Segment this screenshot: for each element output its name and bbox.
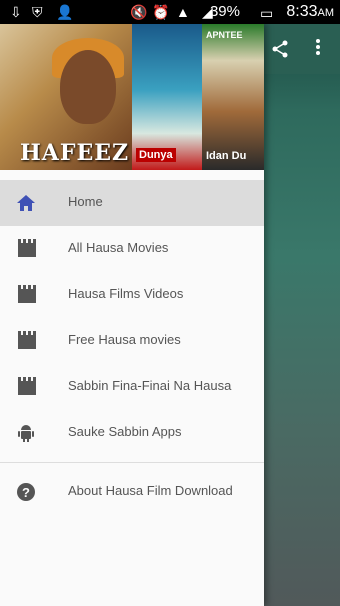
movie-poster-3: APNTEE Idan Du — [202, 24, 264, 170]
menu-item-all-hausa-movies[interactable]: All Hausa Movies — [0, 226, 264, 272]
help-icon: ? — [16, 482, 36, 502]
menu-item-home[interactable]: Home — [0, 180, 264, 226]
menu-item-label: Sabbin Fina-Finai Na Hausa — [68, 378, 232, 393]
svg-text:?: ? — [22, 485, 30, 500]
mute-icon: 🔇 — [130, 4, 148, 20]
menu-item-label: About Hausa Film Download — [68, 483, 233, 498]
navigation-drawer: HAFEEZ Dunya APNTEE Idan Du Home All Hau… — [0, 24, 264, 606]
menu-divider — [0, 462, 264, 463]
menu-item-label: Home — [68, 194, 103, 209]
download-icon: ⇩ — [10, 4, 22, 20]
clapperboard-icon — [16, 285, 36, 305]
clock: 8:33AM — [286, 3, 334, 20]
drawer-menu: Home All Hausa Movies Hausa Films Videos… — [0, 180, 264, 515]
clapperboard-icon — [16, 239, 36, 259]
wifi-signal-icon: ▲ — [176, 4, 190, 20]
alarm-icon: ⏰ — [152, 4, 170, 20]
menu-item-sauke-sabbin-apps[interactable]: Sauke Sabbin Apps — [0, 410, 264, 456]
menu-item-label: All Hausa Movies — [68, 240, 169, 255]
poster-top-text: APNTEE — [206, 30, 243, 40]
person-add-icon: 👤 — [56, 4, 74, 20]
menu-item-label: Free Hausa movies — [68, 332, 181, 347]
poster-title: Dunya — [136, 148, 176, 162]
clapperboard-icon — [16, 377, 36, 397]
overflow-menu-icon[interactable] — [315, 38, 321, 56]
home-icon — [16, 193, 36, 213]
poster-title: Idan Du — [206, 150, 247, 162]
menu-item-label: Sauke Sabbin Apps — [68, 424, 182, 439]
status-bar: ⇩ ⛨ 👤 🔇 ⏰ ▲ ◢ 39% ▭ 8:33AM — [0, 0, 340, 24]
menu-item-about[interactable]: ? About Hausa Film Download — [0, 469, 264, 515]
battery-percent: 39% — [209, 3, 240, 20]
movie-poster-1: HAFEEZ — [0, 24, 132, 170]
menu-item-hausa-films-videos[interactable]: Hausa Films Videos — [0, 272, 264, 318]
movie-poster-2: Dunya — [132, 24, 202, 170]
menu-item-label: Hausa Films Videos — [68, 286, 184, 301]
android-icon — [16, 423, 36, 443]
menu-item-sabbin-fina-finai[interactable]: Sabbin Fina-Finai Na Hausa — [0, 364, 264, 410]
poster-title: HAFEEZ — [20, 140, 130, 166]
battery-icon: ▭ — [260, 5, 274, 21]
drawer-header-banner: HAFEEZ Dunya APNTEE Idan Du — [0, 24, 264, 170]
menu-item-free-hausa-movies[interactable]: Free Hausa movies — [0, 318, 264, 364]
clapperboard-icon — [16, 331, 36, 351]
share-icon[interactable] — [271, 40, 289, 63]
shield-icon: ⛨ — [32, 4, 43, 20]
